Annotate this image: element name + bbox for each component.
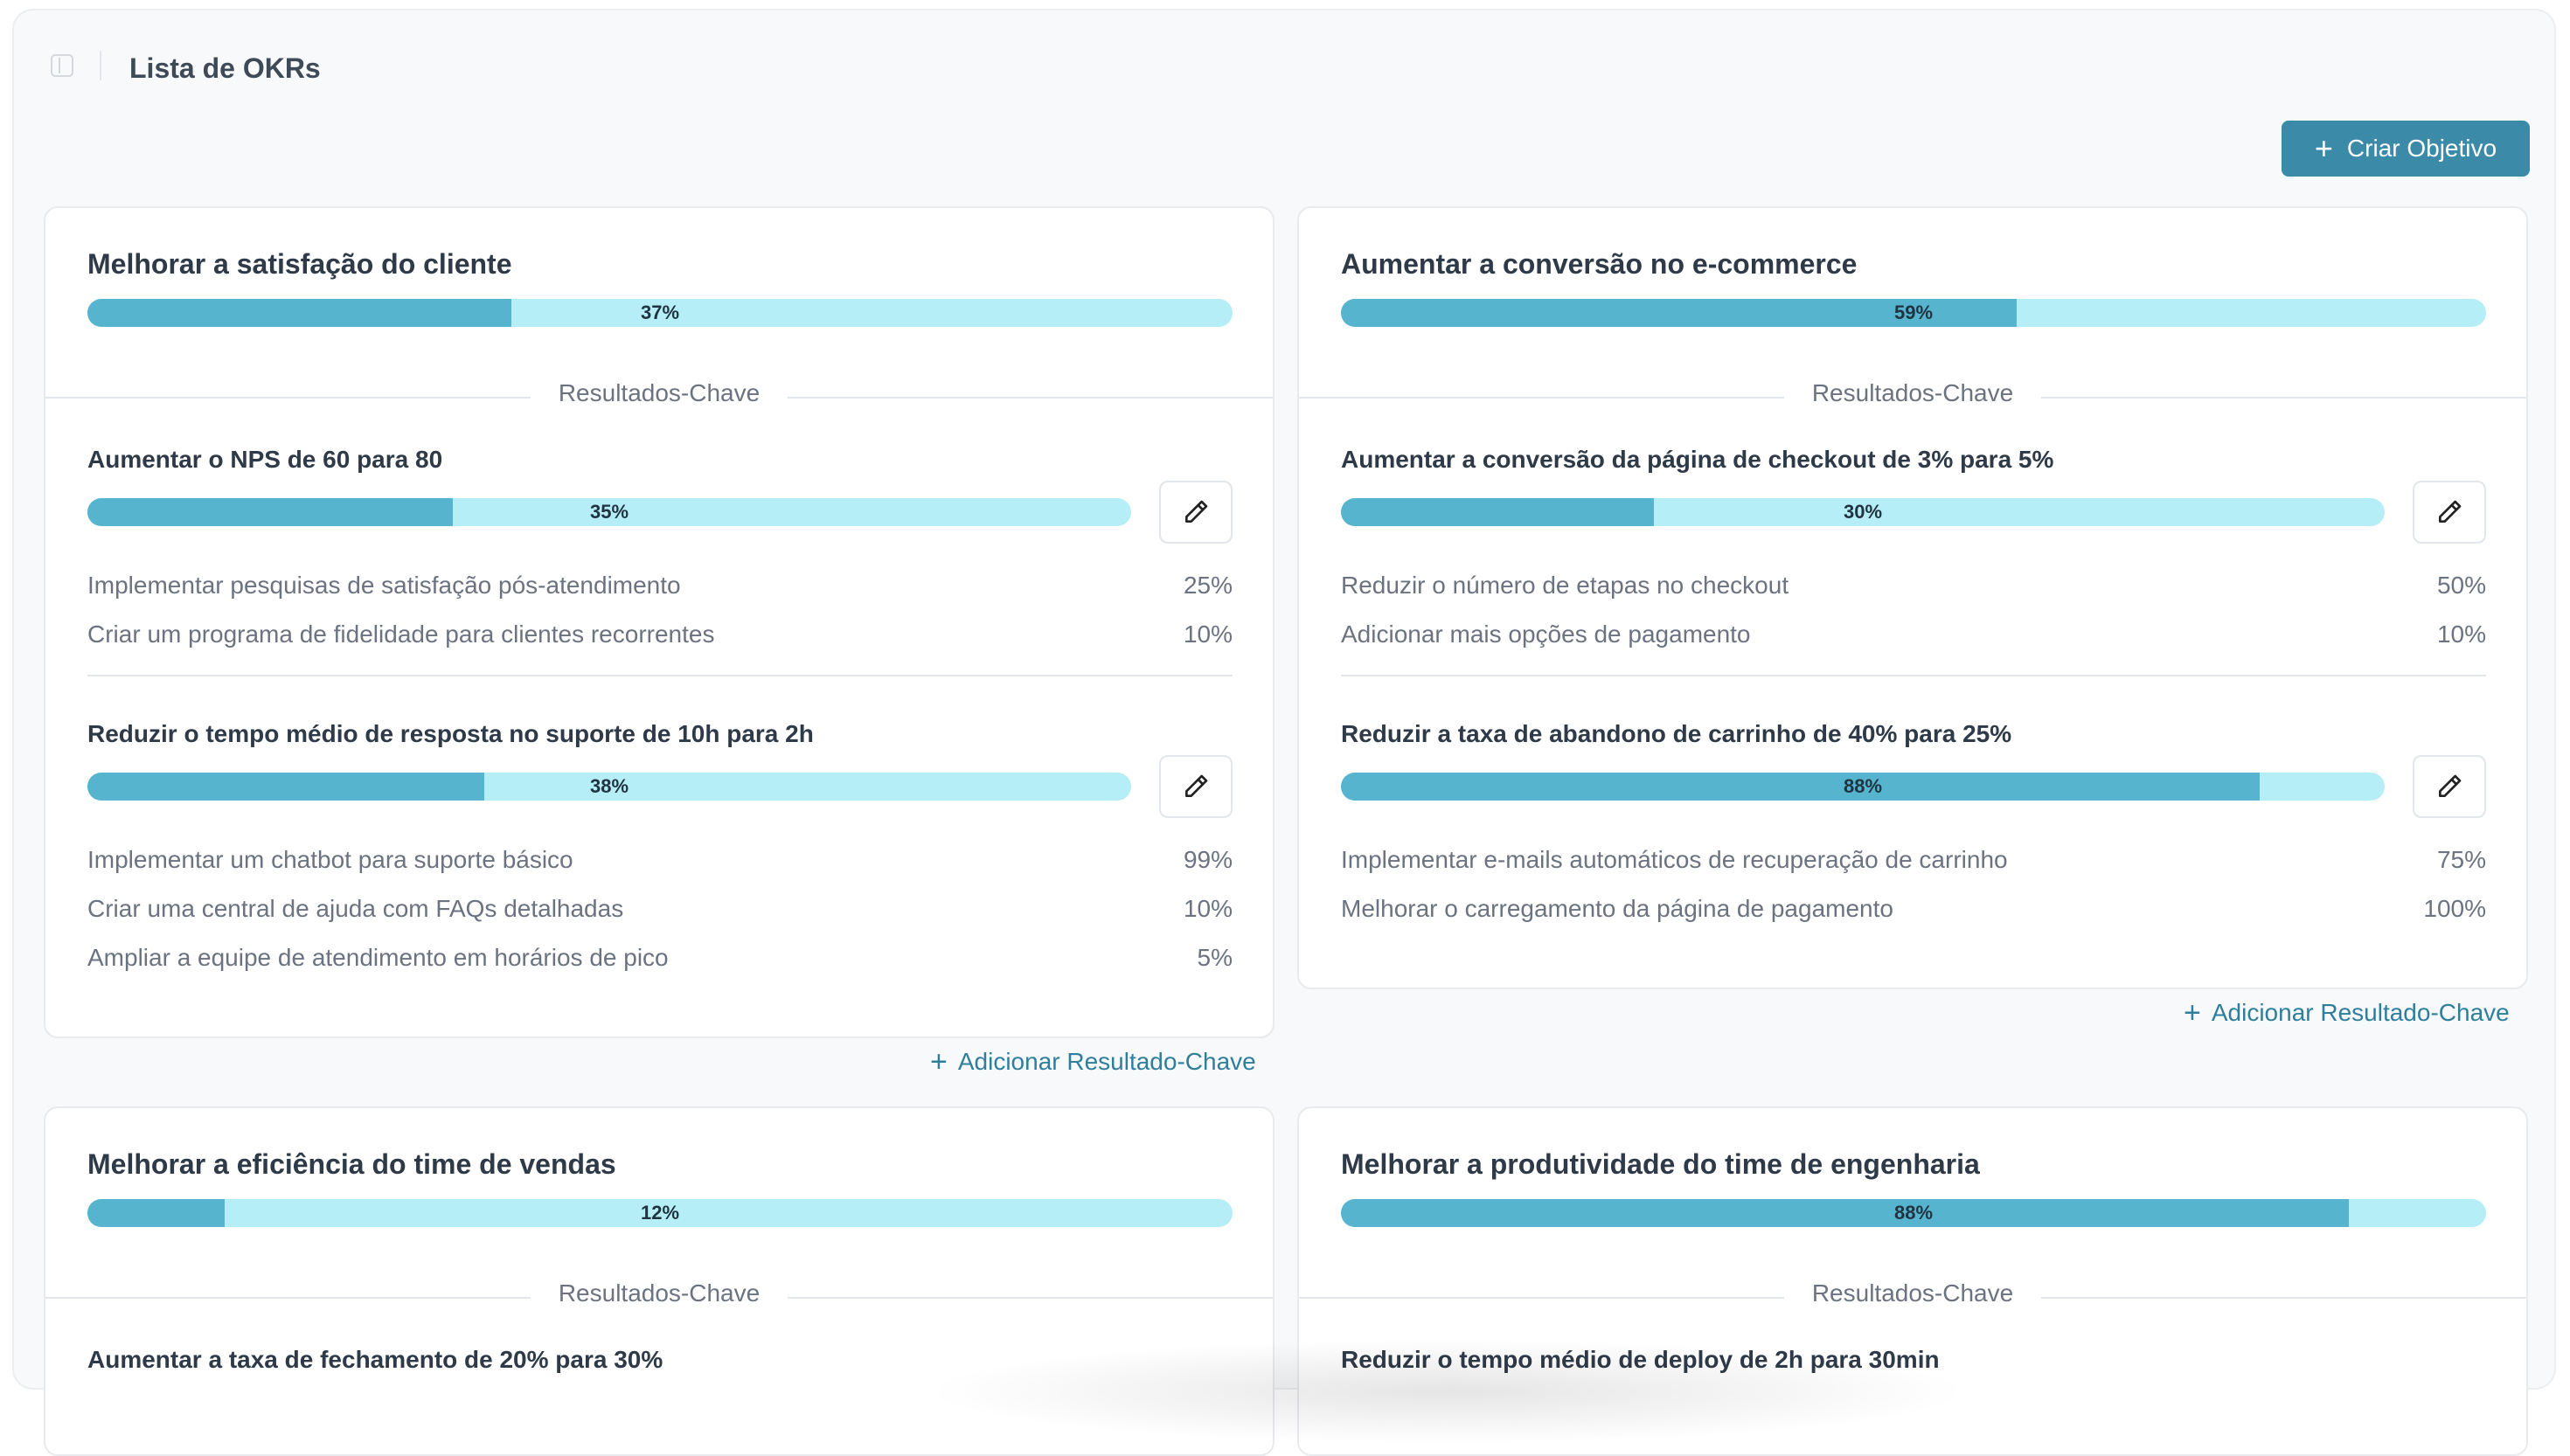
objective-title: Melhorar a eficiência do time de vendas — [87, 1148, 616, 1180]
progress-label: 38% — [589, 775, 629, 797]
task-row: Implementar e-mails automáticos de recup… — [1341, 844, 2486, 876]
task-name: Ampliar a equipe de atendimento em horár… — [87, 944, 669, 971]
add-key-result-button[interactable]: + Adicionar Resultado-Chave — [930, 1047, 1256, 1077]
task-value: 10% — [1183, 621, 1233, 648]
plus-icon: + — [2184, 996, 2201, 1030]
app-window: Lista de OKRs + Criar Objetivo Melhorar … — [12, 9, 2556, 1456]
task-row: Criar um programa de fidelidade para cli… — [87, 619, 1233, 650]
pencil-icon — [1185, 500, 1208, 523]
task-row: Ampliar a equipe de atendimento em horár… — [87, 942, 1233, 974]
objective-card: Aumentar a conversão no e-commerce 59% R… — [1297, 206, 2528, 989]
add-key-result-label: Adicionar Resultado-Chave — [2211, 999, 2510, 1026]
key-result-title: Reduzir o tempo médio de resposta no sup… — [87, 720, 814, 747]
task-row: Melhorar o carregamento da página de pag… — [1341, 893, 2486, 925]
pencil-icon — [1185, 774, 1208, 797]
objective-card: Melhorar a produtividade do time de enge… — [1297, 1106, 2528, 1456]
edit-key-result-button[interactable] — [2413, 755, 2486, 818]
page-title: Lista de OKRs — [129, 52, 321, 84]
task-row: Adicionar mais opções de pagamento 10% — [1341, 619, 2486, 650]
key-results-heading: Resultados-Chave — [1783, 1279, 2042, 1307]
key-result-title: Aumentar a taxa de fechamento de 20% par… — [87, 1346, 663, 1373]
key-result-progress-bar: 35% — [87, 498, 1131, 526]
progress-label: 37% — [640, 302, 680, 323]
task-value: 10% — [2436, 621, 2486, 648]
objective-progress-bar: 88% — [1341, 1199, 2486, 1227]
objective-title: Aumentar a conversão no e-commerce — [1341, 248, 1858, 280]
key-results-heading: Resultados-Chave — [530, 379, 788, 407]
progress-label: 88% — [1893, 1202, 1934, 1224]
progress-label: 35% — [589, 501, 629, 523]
objective-progress-bar: 59% — [1341, 299, 2486, 327]
topbar-divider — [100, 51, 101, 80]
edit-key-result-button[interactable] — [1159, 755, 1233, 818]
objective-progress-bar: 37% — [87, 299, 1233, 327]
key-results-divider: Resultados-Chave — [45, 1279, 1273, 1314]
plus-icon: + — [930, 1045, 948, 1078]
task-value: 10% — [1183, 895, 1233, 922]
pencil-icon — [2439, 774, 2462, 797]
progress-label: 88% — [1843, 775, 1883, 797]
task-row: Implementar um chatbot para suporte bási… — [87, 844, 1233, 876]
task-name: Reduzir o número de etapas no checkout — [1341, 572, 1789, 599]
task-row: Implementar pesquisas de satisfação pós-… — [87, 570, 1233, 601]
task-name: Melhorar o carregamento da página de pag… — [1341, 895, 1893, 922]
add-key-result-label: Adicionar Resultado-Chave — [957, 1048, 1256, 1075]
key-result-progress-bar: 30% — [1341, 498, 2385, 526]
key-results-divider: Resultados-Chave — [1299, 1279, 2526, 1314]
task-value: 25% — [1183, 572, 1233, 599]
task-value: 50% — [2436, 572, 2486, 599]
task-row: Criar uma central de ajuda com FAQs deta… — [87, 893, 1233, 925]
task-value: 75% — [2436, 846, 2486, 873]
key-result-progress-bar: 38% — [87, 773, 1131, 801]
key-result-title: Reduzir a taxa de abandono de carrinho d… — [1341, 720, 2012, 747]
task-name: Implementar pesquisas de satisfação pós-… — [87, 572, 681, 599]
pencil-icon — [2439, 500, 2462, 523]
key-result-title: Aumentar a conversão da página de checko… — [1341, 446, 2054, 473]
objective-title: Melhorar a produtividade do time de enge… — [1341, 1148, 1980, 1180]
key-result-title: Aumentar o NPS de 60 para 80 — [87, 446, 443, 473]
objective-card: Melhorar a eficiência do time de vendas … — [44, 1106, 1275, 1456]
progress-label: 59% — [1893, 302, 1934, 323]
key-results-heading: Resultados-Chave — [1783, 379, 2042, 407]
key-results-divider: Resultados-Chave — [45, 379, 1273, 414]
create-objective-button[interactable]: + Criar Objetivo — [2282, 121, 2530, 177]
task-name: Criar um programa de fidelidade para cli… — [87, 621, 715, 648]
key-result-separator — [1341, 675, 2486, 676]
edit-key-result-button[interactable] — [1159, 481, 1233, 544]
objective-title: Melhorar a satisfação do cliente — [87, 248, 512, 280]
key-result-title: Reduzir o tempo médio de deploy de 2h pa… — [1341, 1346, 1940, 1373]
progress-label: 30% — [1843, 501, 1883, 523]
progress-label: 12% — [640, 1202, 680, 1224]
task-name: Implementar um chatbot para suporte bási… — [87, 846, 573, 873]
key-result-progress-bar: 88% — [1341, 773, 2385, 801]
plus-icon: + — [2314, 130, 2333, 166]
key-results-heading: Resultados-Chave — [530, 1279, 788, 1307]
objective-card: Melhorar a satisfação do cliente 37% Res… — [44, 206, 1275, 1038]
task-name: Implementar e-mails automáticos de recup… — [1341, 846, 2008, 873]
task-value: 100% — [2423, 895, 2486, 922]
task-row: Reduzir o número de etapas no checkout 5… — [1341, 570, 2486, 601]
sidebar-toggle-icon[interactable] — [51, 54, 73, 77]
add-key-result-button[interactable]: + Adicionar Resultado-Chave — [2184, 998, 2510, 1028]
edit-key-result-button[interactable] — [2413, 481, 2486, 544]
topbar: Lista de OKRs — [14, 10, 2554, 122]
task-value: 99% — [1183, 846, 1233, 873]
task-name: Criar uma central de ajuda com FAQs deta… — [87, 895, 624, 922]
create-objective-label: Criar Objetivo — [2346, 135, 2497, 162]
task-name: Adicionar mais opções de pagamento — [1341, 621, 1751, 648]
task-value: 5% — [1197, 944, 1233, 971]
key-result-separator — [87, 675, 1233, 676]
key-results-divider: Resultados-Chave — [1299, 379, 2526, 414]
objective-progress-bar: 12% — [87, 1199, 1233, 1227]
